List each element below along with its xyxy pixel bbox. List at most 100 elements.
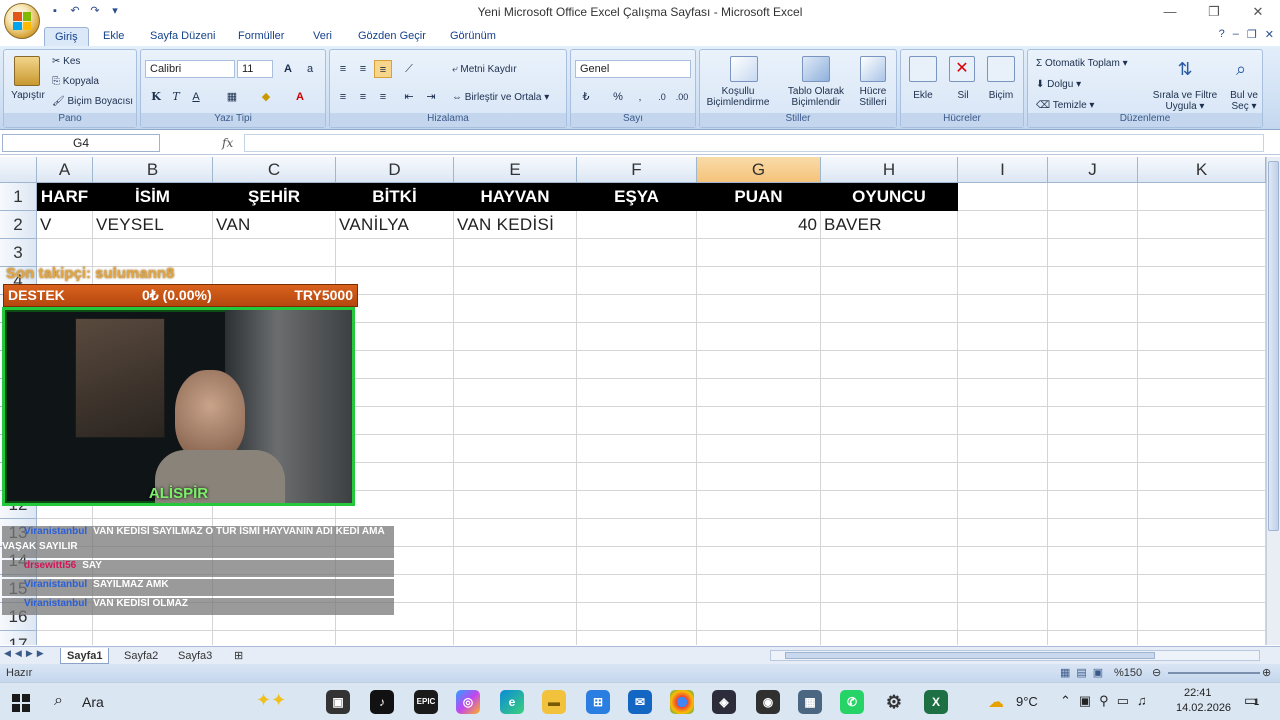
maximize-button[interactable]: ❐ [1192,0,1236,24]
cell-a2[interactable]: V [37,211,93,239]
cell-h1[interactable]: OYUNCU [821,183,958,211]
percent-icon[interactable]: % [609,88,627,106]
zoom-out-icon[interactable]: ⊖ [1152,664,1161,682]
cell-e15[interactable] [454,575,577,603]
cell-j4[interactable] [1048,267,1138,295]
cell-g7[interactable] [697,351,821,379]
clear-button[interactable]: ⌫ Temizle ▾ [1036,100,1094,111]
cell-i12[interactable] [958,491,1048,519]
decrease-indent-icon[interactable]: ⇤ [400,88,418,106]
cell-i2[interactable] [958,211,1048,239]
find-select-button[interactable]: Bul ve Seç ▾ [1224,90,1264,112]
grow-font-icon[interactable]: A [279,60,297,78]
cell-b3[interactable] [93,239,213,267]
cell-h10[interactable] [821,435,958,463]
cell-g1[interactable]: PUAN [697,183,821,211]
tray-icons[interactable]: ⌃▣⚲▭♫ [1060,693,1155,709]
cell-k10[interactable] [1138,435,1266,463]
cell-a1[interactable]: HARF [37,183,93,211]
cell-h3[interactable] [821,239,958,267]
decrease-decimal-icon[interactable]: .00 [673,88,691,106]
paste-button[interactable]: Yapıştır [6,90,50,101]
cell-k5[interactable] [1138,295,1266,323]
cell-e9[interactable] [454,407,577,435]
cell-f4[interactable] [577,267,697,295]
cell-j15[interactable] [1048,575,1138,603]
cell-f11[interactable] [577,463,697,491]
cell-e7[interactable] [454,351,577,379]
align-center-icon[interactable]: ≡ [354,88,372,106]
increase-indent-icon[interactable]: ⇥ [422,88,440,106]
tab-gozden-gecir[interactable]: Gözden Geçir [358,27,426,46]
cell-g12[interactable] [697,491,821,519]
cell-j3[interactable] [1048,239,1138,267]
sheet-tab-sayfa3[interactable]: Sayfa3 [172,648,218,664]
cell-h14[interactable] [821,547,958,575]
align-right-icon[interactable]: ≡ [374,88,392,106]
cell-b17[interactable] [93,631,213,645]
cell-j12[interactable] [1048,491,1138,519]
cell-e13[interactable] [454,519,577,547]
cell-c3[interactable] [213,239,336,267]
row-header-17[interactable]: 17 [0,631,37,645]
cell-k9[interactable] [1138,407,1266,435]
col-header-g[interactable]: G [697,157,821,183]
cell-b1[interactable]: İSİM [93,183,213,211]
cell-k4[interactable] [1138,267,1266,295]
cell-e5[interactable] [454,295,577,323]
cell-h16[interactable] [821,603,958,631]
font-name-select[interactable]: Calibri [145,60,235,78]
cell-f7[interactable] [577,351,697,379]
cell-h2[interactable]: BAVER [821,211,958,239]
cell-i10[interactable] [958,435,1048,463]
cell-k12[interactable] [1138,491,1266,519]
sheet-tab-sayfa2[interactable]: Sayfa2 [118,648,164,664]
col-header-c[interactable]: C [213,157,336,183]
orientation-icon[interactable]: ⟋ [400,60,418,78]
cell-j6[interactable] [1048,323,1138,351]
format-painter-button[interactable]: 🖌 Biçim Boyacısı [52,96,133,107]
file-explorer-icon[interactable]: ▬ [542,690,566,714]
shrink-font-icon[interactable]: a [301,60,319,78]
cell-g17[interactable] [697,631,821,645]
epic-games-icon[interactable]: EPIC [414,690,438,714]
zoom-in-icon[interactable]: ⊕ [1262,664,1271,682]
cell-e10[interactable] [454,435,577,463]
cell-b2[interactable]: VEYSEL [93,211,213,239]
increase-decimal-icon[interactable]: .0 [653,88,671,106]
cell-j5[interactable] [1048,295,1138,323]
fill-color-icon[interactable]: ◆ [257,88,275,106]
cell-h6[interactable] [821,323,958,351]
windows-start-icon[interactable] [12,694,30,712]
cell-styles-button[interactable]: Hücre Stilleri [850,86,896,108]
tab-sayfa-duzeni[interactable]: Sayfa Düzeni [150,27,215,46]
cell-e4[interactable] [454,267,577,295]
tab-veri[interactable]: Veri [313,27,332,46]
cell-h13[interactable] [821,519,958,547]
cell-f2[interactable] [577,211,697,239]
cell-e8[interactable] [454,379,577,407]
cell-h15[interactable] [821,575,958,603]
zoom-slider[interactable] [1168,672,1260,674]
col-header-e[interactable]: E [454,157,577,183]
cell-i11[interactable] [958,463,1048,491]
cell-k1[interactable] [1138,183,1266,211]
insert-cells-button[interactable]: Ekle [905,90,941,101]
cell-i15[interactable] [958,575,1048,603]
cell-g15[interactable] [697,575,821,603]
row-header-1[interactable]: 1 [0,183,37,211]
cell-f12[interactable] [577,491,697,519]
cell-g16[interactable] [697,603,821,631]
fx-icon[interactable]: fx [222,134,240,152]
whatsapp-icon[interactable]: ✆ [840,690,864,714]
currency-icon[interactable]: ₺ [577,88,595,106]
merge-center-button[interactable]: ⇔ Birleştir ve Ortala ▾ [452,92,549,103]
copilot-icon[interactable]: ◎ [456,690,480,714]
cell-j9[interactable] [1048,407,1138,435]
cell-k16[interactable] [1138,603,1266,631]
cell-j11[interactable] [1048,463,1138,491]
cell-k17[interactable] [1138,631,1266,645]
cell-i8[interactable] [958,379,1048,407]
cell-e1[interactable]: HAYVAN [454,183,577,211]
cell-j8[interactable] [1048,379,1138,407]
